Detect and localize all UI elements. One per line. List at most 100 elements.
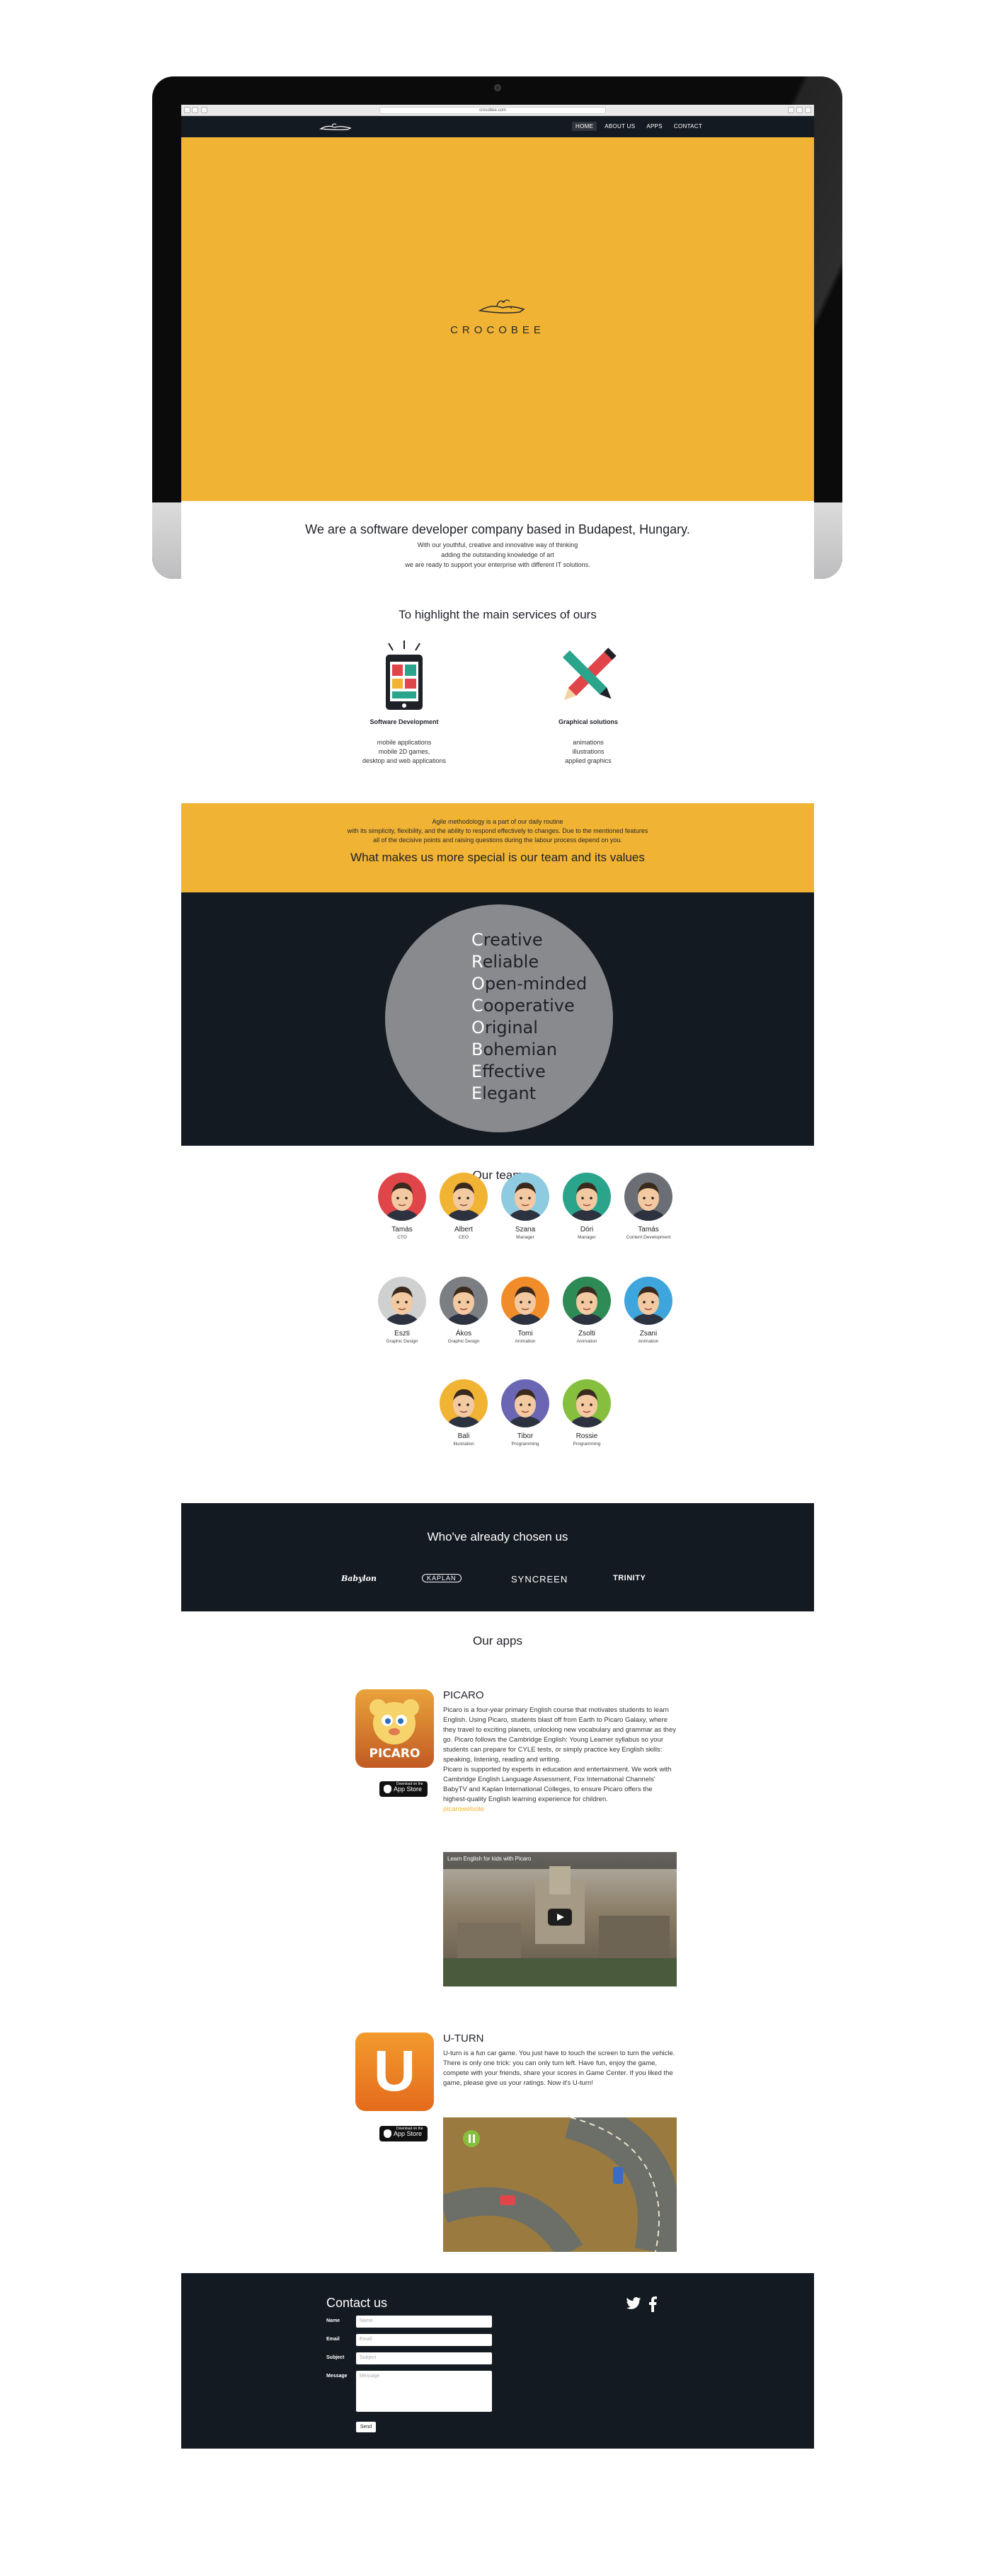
crocobee-logo-icon[interactable] xyxy=(319,122,352,132)
stage: crocobee.com HOME ABOUT US APPS CONTACT xyxy=(0,0,991,2576)
camera-icon xyxy=(494,84,501,91)
team-member: Dóri Manager xyxy=(555,1173,619,1240)
team-avatar xyxy=(440,1379,488,1427)
value-rest: ffective xyxy=(482,1062,546,1081)
message-field[interactable]: Message xyxy=(356,2371,492,2412)
value-initial: B xyxy=(471,1040,483,1059)
team-member-role: Animation xyxy=(576,1339,597,1344)
client-logo-babylon: Babylon xyxy=(341,1574,377,1583)
name-label: Name xyxy=(326,2318,340,2323)
message-label: Message xyxy=(326,2374,348,2379)
share-button[interactable] xyxy=(788,107,794,113)
face-icon xyxy=(508,1183,542,1221)
subject-field[interactable]: Subject xyxy=(356,2352,492,2364)
team-avatar xyxy=(378,1173,426,1221)
uturn-app-icon[interactable]: U xyxy=(355,2032,434,2111)
pencil-brush-icon xyxy=(562,648,617,700)
back-button[interactable] xyxy=(184,107,190,113)
picaro-link[interactable]: picarowebsite xyxy=(443,1805,677,1815)
send-button[interactable]: Send xyxy=(356,2422,376,2432)
team-member-role: Content Development xyxy=(626,1235,671,1240)
hero-brand: CROCOBEE xyxy=(450,324,545,336)
service-software: Software Development mobile applications… xyxy=(316,640,493,766)
apps-section: Our apps PICARO Download on the App Stor… xyxy=(181,1611,814,2273)
team-avatar xyxy=(440,1277,488,1325)
tabs-button[interactable] xyxy=(796,107,803,113)
picaro-text-2: Picaro is supported by experts in educat… xyxy=(443,1766,672,1803)
service-graphics-line: applied graphics xyxy=(565,757,612,764)
uturn-game-art xyxy=(443,2117,677,2252)
nav-apps[interactable]: APPS xyxy=(643,122,666,131)
team-member-role: Animation xyxy=(515,1339,536,1344)
new-tab-button[interactable] xyxy=(805,107,811,113)
value-item: Bohemian xyxy=(471,1039,587,1061)
value-rest: pen-minded xyxy=(484,974,588,994)
face-icon xyxy=(447,1389,481,1427)
value-item: Original xyxy=(471,1017,587,1039)
team-member-name: Eszti xyxy=(394,1330,410,1338)
team-member-role: Illustration xyxy=(453,1442,474,1447)
contact-title: Contact us xyxy=(326,2296,388,2310)
service-graphics-title: Graphical solutions xyxy=(558,718,618,725)
client-logo-kaplan: KAPLAN xyxy=(422,1574,462,1582)
picaro-icon-text: PICARO xyxy=(369,1747,420,1761)
email-field[interactable]: Email xyxy=(356,2334,492,2346)
agile-section: Agile methodology is a part of our daily… xyxy=(181,803,814,892)
uturn-appstore-badge[interactable]: Download on the App Store xyxy=(379,2126,428,2141)
team-member-role: Graphic Design xyxy=(386,1339,418,1344)
value-rest: riginal xyxy=(484,1018,538,1037)
agile-heading: What makes us more special is our team a… xyxy=(350,851,645,864)
team-member: Albert CEO xyxy=(432,1173,496,1240)
value-item: Cooperative xyxy=(471,995,587,1017)
video-title: Learn English for kids with Picaro xyxy=(447,1856,532,1862)
nav-about[interactable]: ABOUT US xyxy=(601,122,638,131)
team-member: Tomi Animation xyxy=(493,1277,557,1344)
nav-home[interactable]: HOME xyxy=(572,122,597,131)
sidebar-button[interactable] xyxy=(201,107,207,113)
team-member-name: Albert xyxy=(454,1226,474,1234)
services: Software Development mobile applications… xyxy=(181,640,814,803)
team-member-name: Rossie xyxy=(575,1432,598,1440)
face-icon xyxy=(447,1183,481,1221)
team-member-name: Dóri xyxy=(580,1226,594,1234)
team-member-role: Programming xyxy=(511,1442,539,1447)
value-item: Effective xyxy=(471,1061,587,1083)
value-item: Open-minded xyxy=(471,973,587,995)
team-avatar xyxy=(563,1277,611,1325)
picaro-app-icon[interactable]: PICARO xyxy=(355,1689,434,1768)
play-button[interactable] xyxy=(548,1909,572,1926)
apple-icon xyxy=(384,2129,391,2138)
facebook-icon[interactable] xyxy=(648,2296,657,2312)
team-avatar xyxy=(501,1173,549,1221)
picaro-video[interactable]: Learn English for kids with Picaro xyxy=(443,1852,677,1986)
team-member-name: Zsani xyxy=(639,1330,658,1338)
picaro-text-1: Picaro is a four-year primary English co… xyxy=(443,1706,676,1764)
value-rest: reative xyxy=(483,930,543,950)
service-graphics-line: illustrations xyxy=(572,748,605,755)
team-member-name: Tibor xyxy=(517,1432,534,1440)
service-software-line: desktop and web applications xyxy=(362,757,447,764)
nav-contact[interactable]: CONTACT xyxy=(670,122,706,131)
team-member-name: Tamás xyxy=(638,1226,659,1234)
face-icon xyxy=(385,1183,419,1221)
crocodile-logo-icon xyxy=(479,299,525,314)
agile-line-2: with its simplicity, flexibility, and th… xyxy=(347,827,648,834)
agile-line-3: all of the decisive points and raising q… xyxy=(373,836,622,844)
tablet-icon xyxy=(386,640,423,710)
team-member: Tibor Programming xyxy=(493,1379,557,1447)
picaro-appstore-badge[interactable]: Download on the App Store xyxy=(379,1781,428,1797)
team-avatar xyxy=(563,1379,611,1427)
values-section: Creative Reliable Open-minded Cooperativ… xyxy=(181,892,814,1146)
team-member-name: Zsolti xyxy=(578,1330,595,1338)
team-member-name: Tamás xyxy=(391,1226,413,1234)
value-initial: R xyxy=(471,952,483,972)
forward-button[interactable] xyxy=(192,107,198,113)
twitter-icon[interactable] xyxy=(626,2296,641,2311)
name-field[interactable]: Name xyxy=(356,2316,492,2328)
agile-line-1: Agile methodology is a part of our daily… xyxy=(432,818,563,825)
value-initial: O xyxy=(471,1018,485,1037)
apps-title: Our apps xyxy=(473,1634,522,1648)
address-bar[interactable]: crocobee.com xyxy=(379,107,606,114)
value-rest: ohemian xyxy=(483,1040,558,1059)
value-item: Reliable xyxy=(471,951,587,973)
